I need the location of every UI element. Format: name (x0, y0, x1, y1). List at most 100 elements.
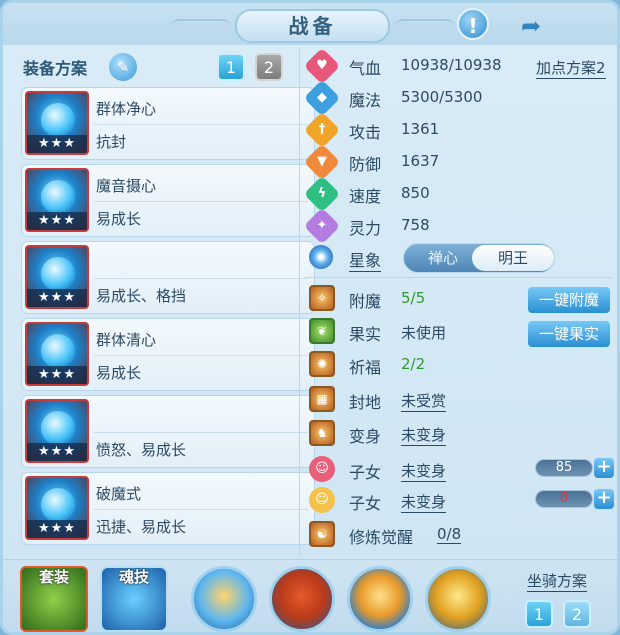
add-point-plan-link[interactable]: 加点方案2 (536, 57, 606, 79)
equip-divider (94, 278, 308, 279)
fief-icon: ▦ (309, 386, 335, 412)
equip-item[interactable]: ★★★ 魔音摄心 易成长 (21, 164, 315, 237)
attr-name: 封地 (349, 393, 382, 412)
share-icon[interactable]: ➦ (515, 10, 547, 42)
child-2-plus-button[interactable]: + (594, 489, 614, 509)
attr-value[interactable]: 未受赏 (401, 390, 447, 412)
equip-thumbnail: ★★★ (25, 322, 89, 386)
equip-art-icon (41, 411, 75, 445)
cultivation-icon: ☯ (309, 521, 335, 547)
skill-slot-3[interactable] (347, 566, 413, 632)
attr-value[interactable]: 未变身 (401, 491, 447, 513)
info-icon[interactable]: ! (457, 8, 489, 40)
equip-name: 魔音摄心 (96, 177, 157, 195)
stat-name: 气血 (349, 59, 382, 78)
skill-slot-4[interactable] (425, 566, 491, 632)
equip-thumbnail: ★★★ (25, 91, 89, 155)
attr-value[interactable]: 未变身 (401, 460, 447, 482)
enchant-all-button[interactable]: 一键附魔 (526, 285, 612, 315)
spirit-icon: ✦ (303, 207, 341, 245)
equip-plan-label: 装备方案 (23, 59, 88, 78)
star-option-chanxin[interactable]: 禅心 (412, 244, 474, 272)
equip-name: 群体净心 (96, 100, 157, 118)
stat-row-defense: ▼ 防御 1637 (303, 143, 529, 181)
blessing-icon: ✺ (309, 351, 335, 377)
equip-name: 破魔式 (96, 485, 142, 503)
bottom-bar: 套装 魂技 坐骑方案 1 2 (3, 559, 617, 632)
stat-value: 758 (401, 216, 430, 234)
skill-slot-2[interactable] (269, 566, 335, 632)
equip-tags: 易成长、格挡 (96, 287, 187, 305)
equip-art-icon (41, 257, 75, 291)
equip-tags: 易成长 (96, 210, 142, 228)
stat-name: 攻击 (349, 123, 382, 142)
equip-item[interactable]: ★★★ 群体清心 易成长 (21, 318, 315, 391)
title-bar: 战备 ! ➦ (3, 3, 617, 45)
star-rating: ★★★ (27, 289, 87, 307)
child-1-plus-button[interactable]: + (594, 458, 614, 478)
soul-skill-tab[interactable]: 魂技 (100, 566, 168, 632)
equip-divider (94, 355, 308, 356)
section-divider (305, 277, 613, 278)
edit-icon[interactable]: ✎ (109, 53, 137, 81)
equip-divider (94, 432, 308, 433)
mount-plan-label[interactable]: 坐骑方案 (527, 570, 588, 592)
mana-icon: ◆ (303, 79, 341, 117)
stat-value: 5300/5300 (401, 88, 483, 106)
stat-value: 1637 (401, 152, 440, 170)
attr-value[interactable]: 0/8 (437, 525, 462, 544)
equip-art-icon (41, 334, 75, 368)
stat-row-hp: ♥ 气血 10938/10938 (303, 47, 529, 85)
title-ornament-right (395, 19, 455, 29)
attr-row-enchant: ✧ 附魔 5/5 (309, 285, 519, 313)
equip-list: ★★★ 群体净心 抗封 ★★★ 魔音摄心 易成长 ★★★ 易成长、格挡 ★★★ … (21, 87, 315, 549)
equip-plan-2-button[interactable]: 2 (255, 53, 283, 81)
attr-name: 附魔 (349, 292, 382, 311)
stat-name: 防御 (349, 155, 382, 174)
column-divider (299, 47, 300, 557)
mount-plan-2-button[interactable]: 2 (563, 600, 591, 628)
equip-thumbnail: ★★★ (25, 168, 89, 232)
title-ornament-left (171, 19, 231, 29)
equip-thumbnail: ★★★ (25, 245, 89, 309)
child-icon: ☺ (309, 456, 335, 482)
fruit-all-button[interactable]: 一键果实 (526, 319, 612, 349)
stat-name: 灵力 (349, 219, 382, 238)
star-option-mingwang[interactable]: 明王 (472, 245, 554, 271)
equip-tags: 易成长 (96, 364, 142, 382)
equip-plan-1-button[interactable]: 1 (217, 53, 245, 81)
equip-item[interactable]: ★★★ 破魔式 迅捷、易成长 (21, 472, 315, 545)
stat-value: 850 (401, 184, 430, 202)
star-rating: ★★★ (27, 443, 87, 461)
attr-value: 2/2 (401, 355, 426, 373)
equip-item[interactable]: ★★★ 愤怒、易成长 (21, 395, 315, 468)
equip-art-icon (41, 180, 75, 214)
mount-plan-1-button[interactable]: 1 (525, 600, 553, 628)
stat-row-mp: ◆ 魔法 5300/5300 (303, 79, 529, 117)
star-sign-toggle[interactable]: 禅心 明王 (403, 243, 555, 273)
sword-icon: † (303, 111, 341, 149)
star-rating: ★★★ (27, 366, 87, 384)
attr-name: 变身 (349, 427, 382, 446)
equip-item[interactable]: ★★★ 易成长、格挡 (21, 241, 315, 314)
stat-name: 魔法 (349, 91, 382, 110)
attr-row-fief: ▦ 封地 未受赏 (309, 386, 519, 414)
attr-row-fruit: ❦ 果实 未使用 (309, 318, 519, 346)
attr-value[interactable]: 未变身 (401, 424, 447, 446)
equip-tags: 愤怒、易成长 (96, 441, 187, 459)
stat-value: 1361 (401, 120, 440, 138)
attr-name: 子女 (349, 494, 382, 513)
skill-slot-1[interactable] (191, 566, 257, 632)
equip-item[interactable]: ★★★ 群体净心 抗封 (21, 87, 315, 160)
stat-name: 速度 (349, 187, 382, 206)
equip-name: 群体清心 (96, 331, 157, 349)
star-sign-label[interactable]: 星象 (349, 247, 382, 272)
attr-row-child-2: ☺ 子女 未变身 (309, 487, 519, 515)
equip-thumbnail: ★★★ (25, 399, 89, 463)
stat-value: 10938/10938 (401, 56, 502, 74)
stat-row-speed: ϟ 速度 850 (303, 175, 529, 213)
attr-name: 果实 (349, 325, 382, 344)
set-tab[interactable]: 套装 (20, 566, 88, 632)
child-1-points: 85 (535, 459, 593, 477)
equip-art-icon (41, 103, 75, 137)
